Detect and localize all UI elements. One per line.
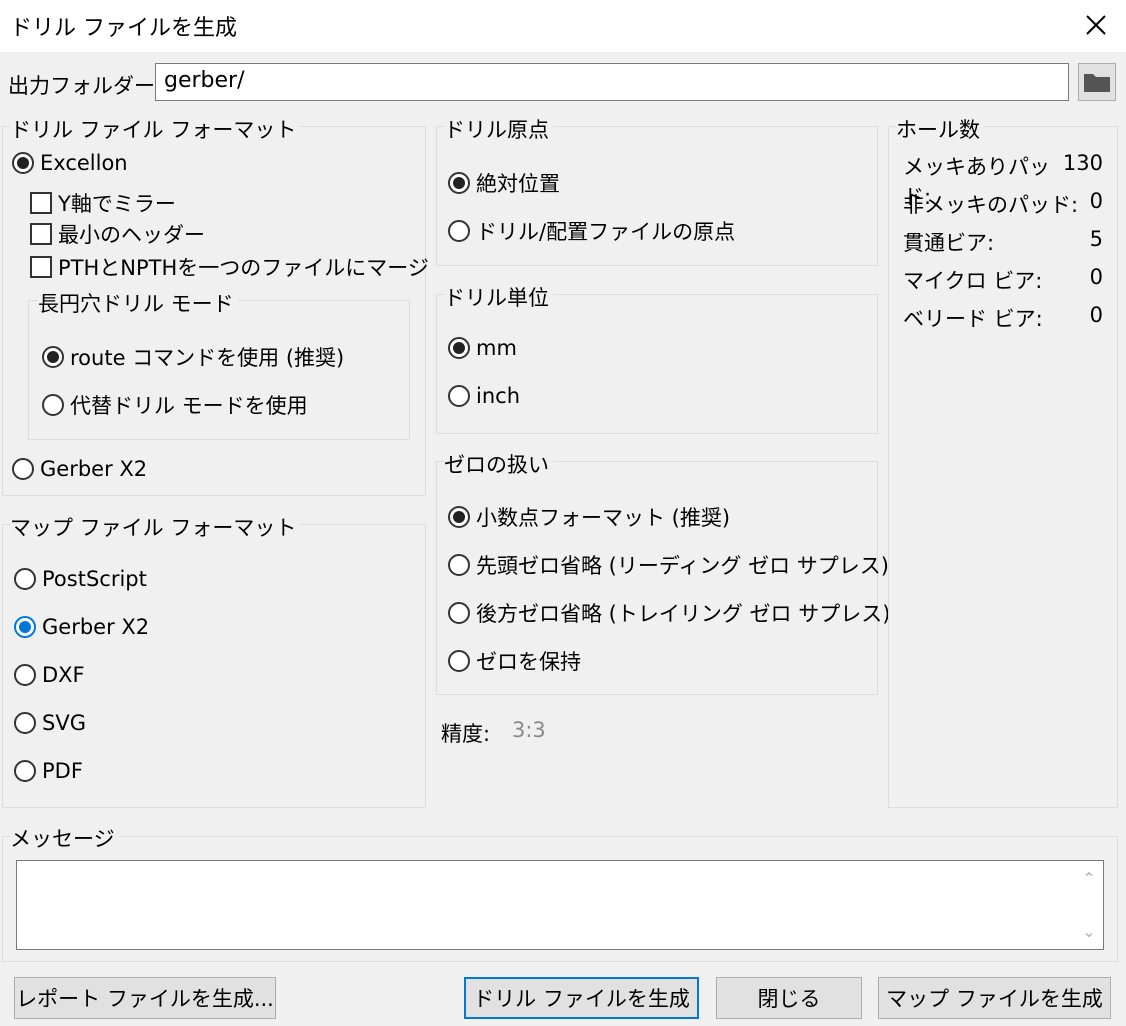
radio-indicator (448, 554, 470, 576)
folder-icon (1084, 74, 1110, 92)
min-header-checkbox[interactable]: 最小のヘッダー (30, 219, 205, 249)
map-dxf-radio[interactable]: DXF (14, 663, 85, 687)
checkbox-indicator (30, 256, 52, 278)
generate-drill-button[interactable]: ドリル ファイルを生成 (464, 977, 699, 1019)
radio-indicator (448, 385, 470, 407)
scroll-up-icon[interactable]: ⌃ (1082, 869, 1095, 888)
radio-indicator (448, 220, 470, 242)
messages-scrollbar[interactable]: ⌃ ⌄ (1075, 861, 1103, 949)
precision-label: 精度: (441, 722, 491, 746)
map-postscript-radio[interactable]: PostScript (14, 567, 147, 591)
count-nonplated-pads: 非メッキのパッド: 0 (903, 189, 1103, 217)
window-title: ドリル ファイルを生成 (10, 16, 237, 41)
drill-units-group (436, 294, 878, 434)
output-folder-label: 出力フォルダー: (8, 74, 163, 98)
radio-indicator (14, 664, 36, 686)
radio-indicator (448, 650, 470, 672)
messages-textarea[interactable]: ⌃ ⌄ (16, 860, 1104, 950)
excellon-radio[interactable]: Excellon (12, 151, 128, 175)
origin-aux-radio[interactable]: ドリル/配置ファイルの原点 (448, 216, 735, 246)
mirror-y-checkbox[interactable]: Y軸でミラー (30, 188, 176, 218)
alternate-mode-radio[interactable]: 代替ドリル モードを使用 (42, 390, 308, 420)
checkbox-indicator (30, 223, 52, 245)
map-svg-radio[interactable]: SVG (14, 711, 86, 735)
drill-origin-title: ドリル原点 (444, 114, 553, 144)
radio-indicator (448, 602, 470, 624)
scroll-down-icon[interactable]: ⌄ (1082, 922, 1095, 941)
generate-map-button[interactable]: マップ ファイルを生成 (878, 977, 1111, 1019)
close-icon (1086, 15, 1106, 35)
radio-indicator (12, 458, 34, 480)
radio-indicator (448, 506, 470, 528)
close-window-button[interactable] (1066, 0, 1126, 50)
close-button[interactable]: 閉じる (716, 977, 862, 1019)
browse-folder-button[interactable] (1078, 63, 1116, 101)
radio-indicator (14, 616, 36, 638)
zeros-suppress-trailing-radio[interactable]: 後方ゼロ省略 (トレイリング ゼロ サプレス) (448, 598, 890, 628)
map-format-title: マップ ファイル フォーマット (10, 512, 301, 542)
units-mm-radio[interactable]: mm (448, 336, 517, 360)
radio-indicator (14, 760, 36, 782)
precision-value: 3:3 (512, 718, 546, 742)
radio-indicator (14, 568, 36, 590)
zeros-keep-radio[interactable]: ゼロを保持 (448, 646, 581, 676)
checkbox-indicator (30, 192, 52, 214)
zeros-suppress-leading-radio[interactable]: 先頭ゼロ省略 (リーディング ゼロ サプレス) (448, 550, 889, 580)
merge-pth-checkbox[interactable]: PTHとNPTHを一つのファイルにマージ (30, 252, 429, 282)
radio-indicator (42, 346, 64, 368)
count-through-vias: 貫通ビア: 5 (903, 227, 1103, 255)
title-bar: ドリル ファイルを生成 (0, 0, 1126, 52)
count-buried-vias: ベリード ビア: 0 (903, 303, 1103, 331)
radio-indicator (42, 394, 64, 416)
drill-gerber-x2-radio[interactable]: Gerber X2 (12, 457, 147, 481)
zeros-decimal-radio[interactable]: 小数点フォーマット (推奨) (448, 502, 730, 532)
messages-title: メッセージ (10, 823, 119, 853)
drill-units-title: ドリル単位 (444, 282, 553, 312)
map-pdf-radio[interactable]: PDF (14, 759, 83, 783)
zeros-format-title: ゼロの扱い (444, 449, 553, 479)
origin-absolute-radio[interactable]: 絶対位置 (448, 168, 560, 198)
route-mode-radio[interactable]: route コマンドを使用 (推奨) (42, 342, 344, 372)
count-micro-vias: マイクロ ビア: 0 (903, 265, 1103, 293)
generate-report-button[interactable]: レポート ファイルを生成... (14, 977, 276, 1019)
drill-format-title: ドリル ファイル フォーマット (10, 114, 301, 144)
hole-counts-title: ホール数 (896, 114, 984, 144)
radio-indicator (12, 152, 34, 174)
radio-indicator (448, 337, 470, 359)
oval-mode-title: 長円穴ドリル モード (38, 288, 238, 318)
map-gerber-x2-radio[interactable]: Gerber X2 (14, 615, 149, 639)
units-inch-radio[interactable]: inch (448, 384, 520, 408)
radio-indicator (14, 712, 36, 734)
output-folder-input[interactable]: gerber/ (155, 63, 1069, 101)
radio-indicator (448, 172, 470, 194)
